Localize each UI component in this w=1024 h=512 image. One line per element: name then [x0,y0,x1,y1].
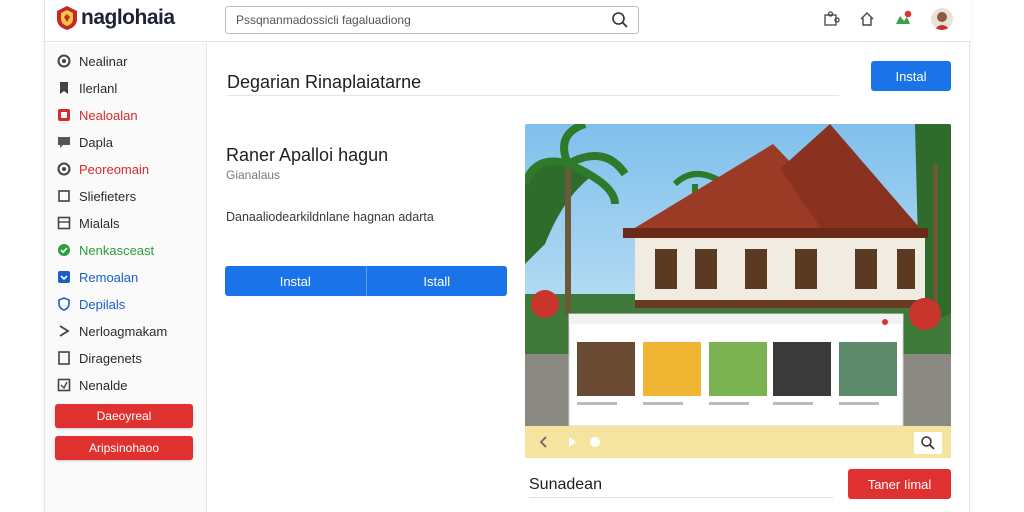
sidebar-item-13[interactable]: Nenalde [57,375,127,395]
sidebar-item-label: Peoreomain [79,161,150,177]
logo[interactable]: naglohaia [55,5,175,31]
sidebar-red-button-2[interactable]: Aripsinohaoo [55,436,193,460]
section-title: Sunadean [529,476,602,493]
sidebar-item-label: Nealinar [79,53,128,69]
sidebar-item-label: Nenkasceast [79,242,155,258]
chevron-left-icon[interactable] [536,434,552,450]
screenshot-gallery[interactable] [525,124,951,458]
search-icon[interactable] [611,11,629,29]
app-subtitle: Gianalaus [226,168,281,182]
app-description: Danaaliodearkildnlane hagnan adarta [226,210,434,224]
sidebar-item-3[interactable]: Nealoalan [57,105,138,125]
sidebar-item-1[interactable]: Nealinar [57,51,127,71]
menu-icon [59,325,70,337]
notification-icon[interactable] [894,10,912,28]
gallery-controls [525,426,951,458]
shield-icon [58,297,70,311]
logo-icon [57,6,77,30]
sidebar-item-9[interactable]: Remoalan [57,267,138,287]
sidebar-item-label: Nerloagmakam [79,323,168,339]
sidebar-red-button-1[interactable]: Daeoyreal [55,404,193,428]
sidebar-item-label: Ilerlanl [79,80,118,96]
install-button-right[interactable]: Istall [365,266,508,296]
sidebar-item-label: Nenalde [79,377,128,393]
logo-text: naglohaia [81,6,175,29]
search-input[interactable]: Pssqnanmadossicli fagaluadiong [225,6,639,34]
sidebar-item-8[interactable]: Nenkasceast [57,240,154,260]
sidebar-item-label: Remoalan [79,269,139,285]
avatar-image [934,12,950,30]
search-icon [921,436,935,450]
install-split-button: Instal Istall [225,266,507,296]
sidebar-item-label: Diragenets [79,350,142,366]
sidebar-item-12[interactable]: Diragenets [57,348,142,368]
sidebar-item-label: Mialals [79,215,120,231]
home-icon[interactable] [858,10,876,28]
download-icon [58,271,70,283]
grid-icon [57,216,71,230]
app-name: Raner Apalloi hagun [226,145,389,165]
sidebar-item-6[interactable]: Sliefieters [57,186,136,206]
sidebar-item-5[interactable]: Peoreomain [57,159,149,179]
square-icon [58,190,70,202]
dot-indicator-icon[interactable] [587,434,603,450]
globe-icon [57,162,71,176]
chat-icon [58,137,70,148]
install-button[interactable]: Instal [871,61,951,91]
check-icon [58,244,70,256]
bookmark-icon [60,82,68,94]
gallery-image [525,124,951,426]
divider [227,95,839,96]
sidebar-item-10[interactable]: Depilals [57,294,125,314]
avatar[interactable] [931,8,953,30]
sidebar: Nealinar Ilerlanl Nealoalan Dapla Peoreo… [45,43,207,512]
app-window: naglohaia Pssqnanmadossicli fagaluadiong [44,0,971,512]
sidebar-item-11[interactable]: Nerloagmakam [57,321,167,341]
top-bar: naglohaia Pssqnanmadossicli fagaluadiong [45,0,971,42]
flag-icon [58,109,70,121]
tag-icon [57,378,71,392]
sidebar-item-7[interactable]: Mialals [57,213,119,233]
install-button-left[interactable]: Instal [225,266,366,296]
sidebar-item-label: Sliefieters [79,188,137,204]
sidebar-item-label: Depilals [79,296,126,312]
zoom-button[interactable] [914,432,942,454]
document-icon [58,351,70,365]
search-query: Pssqnanmadossicli fagaluadiong [236,13,411,27]
sidebar-item-4[interactable]: Dapla [57,132,113,152]
play-icon[interactable] [564,434,580,450]
sidebar-item-2[interactable]: Ilerlanl [57,78,117,98]
sidebar-item-label: Dapla [79,134,113,150]
puzzle-icon[interactable] [823,10,841,28]
circle-icon [57,54,71,68]
divider [529,497,833,498]
red-install-button[interactable]: Taner Iimal [848,469,951,499]
sidebar-item-label: Nealoalan [79,107,138,123]
page-title: Degarian Rinaplaiatarne [227,72,422,92]
